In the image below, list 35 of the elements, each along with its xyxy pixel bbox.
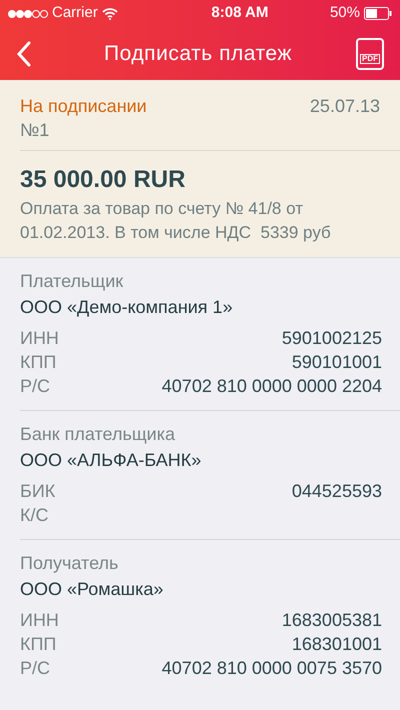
wifi-icon (102, 8, 118, 20)
field-label: ИНН (20, 327, 59, 350)
field-value: 168301001 (292, 633, 382, 656)
party-name: ООО «АЛЬФА-БАНК» (20, 449, 202, 472)
carrier-name: Carrier (52, 3, 98, 24)
status-label: На подписании (20, 95, 147, 118)
field-label: БИК (20, 480, 56, 503)
screen-title: Подписать платеж (104, 40, 292, 67)
field-value: 590101001 (292, 351, 382, 374)
field-value: 044525593 (292, 480, 382, 503)
field-label: ИНН (20, 609, 59, 632)
field-label: КПП (20, 633, 56, 656)
payment-amount: 35 000.00 RUR (20, 165, 186, 195)
section-title: Плательщик (20, 270, 124, 293)
field-label: Р/С (20, 657, 50, 680)
chevron-left-icon (16, 40, 32, 68)
signal-icon (8, 8, 48, 18)
party-name: ООО «Демо-компания 1» (20, 296, 234, 319)
document-date: 25.07.13 (310, 95, 380, 118)
battery-icon (364, 7, 392, 20)
field-value: 5901002125 (282, 327, 382, 350)
section-title: Получатель (20, 552, 120, 575)
field-label: К/С (20, 504, 48, 527)
field-value: 1683005381 (282, 609, 382, 632)
section-title: Банк плательщика (20, 423, 176, 446)
field-value: 40702 810 0000 0075 3570 (162, 657, 382, 680)
clock: 8:08 AM (211, 3, 268, 24)
party-name: ООО «Ромашка» (20, 578, 164, 601)
battery-percent: 50% (330, 3, 360, 24)
pdf-button[interactable]: PDF (356, 38, 384, 70)
field-label: КПП (20, 351, 56, 374)
field-value: 40702 810 0000 0000 2204 (162, 375, 382, 398)
payment-purpose: Оплата за товар по счету № 41/8 от 01.02.2013. В том числе НДС 5339 руб (20, 198, 332, 244)
document-number: №1 (20, 119, 50, 142)
field-label: Р/С (20, 375, 50, 398)
